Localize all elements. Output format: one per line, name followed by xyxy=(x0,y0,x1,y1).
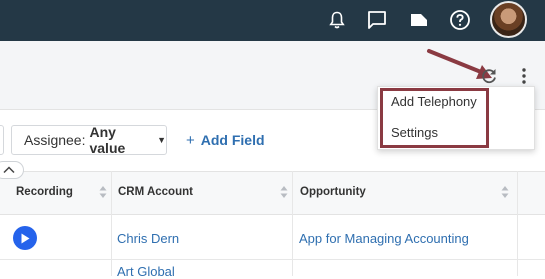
collapse-toggle[interactable] xyxy=(0,161,24,179)
caret-down-icon: ▼ xyxy=(157,135,166,145)
sort-icon[interactable] xyxy=(501,185,509,199)
filter-chip-partial[interactable] xyxy=(0,125,4,155)
column-divider xyxy=(292,171,293,276)
user-avatar[interactable] xyxy=(490,1,527,38)
table-header xyxy=(0,171,545,215)
assignee-filter-label: Assignee: xyxy=(24,132,86,148)
opportunity-link[interactable]: App for Managing Accounting xyxy=(299,231,469,246)
column-header-recording[interactable]: Recording xyxy=(16,186,73,198)
column-divider xyxy=(517,171,518,276)
add-field-label: Add Field xyxy=(200,132,265,148)
chat-icon[interactable] xyxy=(365,8,389,32)
assignee-filter-value: Any value xyxy=(89,124,126,156)
help-icon[interactable] xyxy=(448,8,472,32)
crm-account-link[interactable]: Art Global xyxy=(117,264,175,279)
plus-icon: + xyxy=(186,132,195,149)
row-divider xyxy=(0,259,545,260)
assignee-filter[interactable]: Assignee: Any value ▼ xyxy=(11,124,167,156)
chevron-up-icon xyxy=(3,166,15,174)
column-header-opportunity[interactable]: Opportunity xyxy=(300,186,366,198)
sort-icon[interactable] xyxy=(280,185,288,199)
opportunity-link[interactable] xyxy=(299,272,359,276)
refresh-icon[interactable] xyxy=(479,66,499,86)
sort-icon[interactable] xyxy=(99,185,107,199)
play-icon xyxy=(21,233,30,243)
more-vert-icon[interactable] xyxy=(516,66,532,86)
add-field-button[interactable]: + Add Field xyxy=(186,132,265,149)
play-recording-button[interactable] xyxy=(13,226,37,250)
folder-icon[interactable] xyxy=(407,8,431,32)
crm-account-link[interactable]: Chris Dern xyxy=(117,231,179,246)
bell-icon[interactable] xyxy=(325,8,349,32)
column-divider xyxy=(111,171,112,276)
column-header-crm-account[interactable]: CRM Account xyxy=(118,186,193,198)
annotation-highlight-box xyxy=(380,88,489,148)
